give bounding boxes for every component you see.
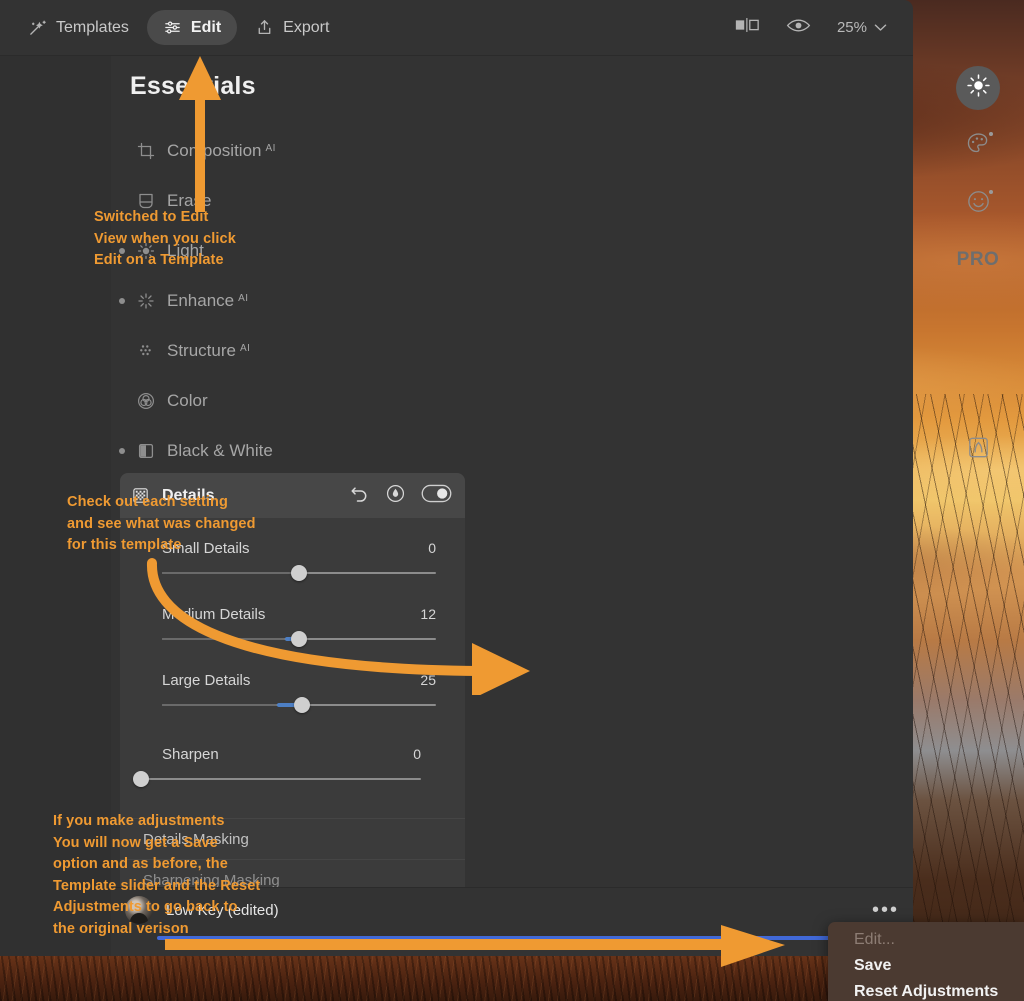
- annotation-text-1: Switched to Edit View when you click Edi…: [94, 209, 236, 268]
- eye-icon[interactable]: [786, 17, 811, 39]
- zoom-level-value: 25%: [836, 19, 867, 36]
- template-context-menu: Edit... Save Reset Adjustments: [828, 922, 1024, 1001]
- annotation-arrow-to-edit-tab: [179, 56, 221, 212]
- top-right-controls: 25%: [734, 16, 913, 39]
- tool-label-enhance: Enhance: [167, 291, 235, 310]
- edited-indicator: [119, 348, 125, 354]
- rail-item-presets[interactable]: [956, 428, 1000, 472]
- masking-icon[interactable]: [385, 483, 406, 509]
- magic-wand-icon: [28, 18, 47, 37]
- color-wheel-icon: [135, 390, 157, 412]
- menu-item-reset-adjustments[interactable]: Reset Adjustments: [828, 979, 1024, 1001]
- edited-indicator: [119, 398, 125, 404]
- chevron-down-icon: [874, 19, 887, 36]
- tool-label-structure: Structure: [167, 341, 236, 360]
- slider-knob[interactable]: [293, 697, 310, 713]
- tab-export[interactable]: Export: [239, 10, 345, 45]
- top-toolbar: Templates Edit Export 25%: [0, 0, 913, 56]
- sparkle-icon: [135, 290, 157, 312]
- menu-item-edit[interactable]: Edit...: [828, 927, 1024, 953]
- tool-category-rail: PRO: [913, 56, 1024, 956]
- halftone-square-icon: [135, 440, 157, 462]
- new-badge-dot: [989, 190, 993, 194]
- tool-label-color: Color: [167, 391, 208, 410]
- essentials-sun-icon: [965, 72, 992, 104]
- sliders-icon: [163, 18, 182, 37]
- tool-row-enhance[interactable]: Enhance AI: [111, 276, 913, 326]
- slider-sharpen[interactable]: Sharpen 0: [120, 746, 465, 787]
- slider-value: 0: [428, 540, 436, 556]
- tool-row-structure[interactable]: Structure AI: [111, 326, 913, 376]
- app-window: Templates Edit Export 25% Composition AI…: [0, 0, 1024, 1001]
- rail-item-creative[interactable]: [956, 124, 1000, 168]
- new-badge-dot: [989, 132, 993, 136]
- annotation-arrow-to-template-slider: [165, 925, 785, 967]
- tool-list: Composition AI Erase Light Enhance AI St…: [111, 126, 913, 476]
- annotation-text-3: If you make adjustments You will now get…: [53, 813, 261, 937]
- presets-a-icon: [965, 434, 992, 466]
- tool-row-black-and-white[interactable]: Black & White: [111, 426, 913, 476]
- tab-edit[interactable]: Edit: [146, 10, 238, 45]
- rail-item-pro[interactable]: PRO: [956, 238, 1000, 282]
- menu-item-save-label: Save: [854, 957, 892, 974]
- toggle-on-icon[interactable]: [421, 484, 452, 508]
- reset-icon[interactable]: [350, 484, 370, 507]
- ai-badge: AI: [239, 343, 251, 354]
- tab-export-label: Export: [283, 18, 330, 36]
- mode-tabs: Templates Edit Export: [0, 10, 345, 45]
- menu-item-save[interactable]: Save: [828, 953, 1024, 979]
- edited-indicator: [119, 148, 125, 154]
- share-icon: [255, 18, 274, 37]
- menu-item-edit-label: Edit...: [854, 931, 895, 948]
- slider-track-left: [162, 704, 278, 706]
- ai-badge: AI: [238, 293, 249, 304]
- slider-track[interactable]: [134, 778, 421, 780]
- portrait-smiley-icon: [965, 188, 992, 220]
- tab-templates[interactable]: Templates: [12, 10, 145, 45]
- tab-edit-label: Edit: [190, 18, 222, 36]
- before-after-icon[interactable]: [734, 16, 760, 39]
- tool-row-color[interactable]: Color: [111, 376, 913, 426]
- edited-indicator: [119, 198, 125, 204]
- annotation-arrow-curved-to-sliders: [146, 558, 530, 695]
- rail-item-portrait[interactable]: [956, 182, 1000, 226]
- zoom-control[interactable]: 25%: [837, 19, 887, 36]
- menu-item-reset-adjustments-label: Reset Adjustments: [854, 983, 999, 1000]
- ellipsis-icon[interactable]: •••: [872, 900, 899, 920]
- rail-item-essentials[interactable]: [956, 66, 1000, 110]
- ai-badge: AI: [265, 143, 276, 154]
- crop-icon: [135, 140, 157, 162]
- pro-label: PRO: [956, 249, 1000, 270]
- slider-knob[interactable]: [133, 771, 150, 787]
- creative-palette-icon: [965, 130, 992, 162]
- slider-label: Sharpen: [162, 746, 219, 763]
- edited-indicator: [119, 448, 125, 454]
- dots-grid-icon: [135, 340, 157, 362]
- slider-value: 0: [413, 746, 421, 762]
- tab-templates-label: Templates: [56, 18, 129, 36]
- annotation-text-2: Check out each setting and see what was …: [67, 494, 256, 553]
- tool-row-composition[interactable]: Composition AI: [111, 126, 913, 176]
- tool-label-black-and-white: Black & White: [167, 441, 273, 460]
- edited-indicator: [119, 298, 125, 304]
